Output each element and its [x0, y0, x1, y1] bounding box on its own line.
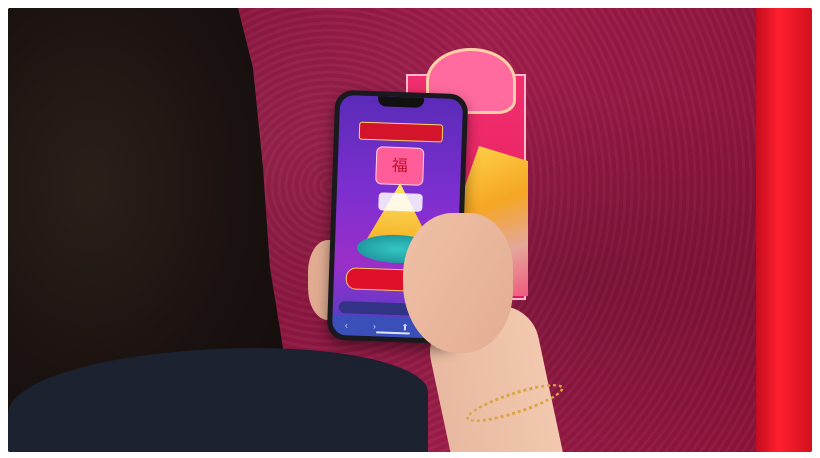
photo: 福 ‹ › ⬆ ▢	[8, 8, 812, 452]
phone-notch	[377, 96, 425, 108]
ar-banner	[358, 121, 444, 143]
forward-icon: ›	[372, 321, 377, 332]
ar-tooltip	[378, 192, 423, 212]
right-hand	[403, 213, 513, 353]
back-icon: ‹	[344, 320, 348, 331]
ar-fu-sign: 福	[375, 146, 425, 186]
red-column	[756, 8, 812, 452]
